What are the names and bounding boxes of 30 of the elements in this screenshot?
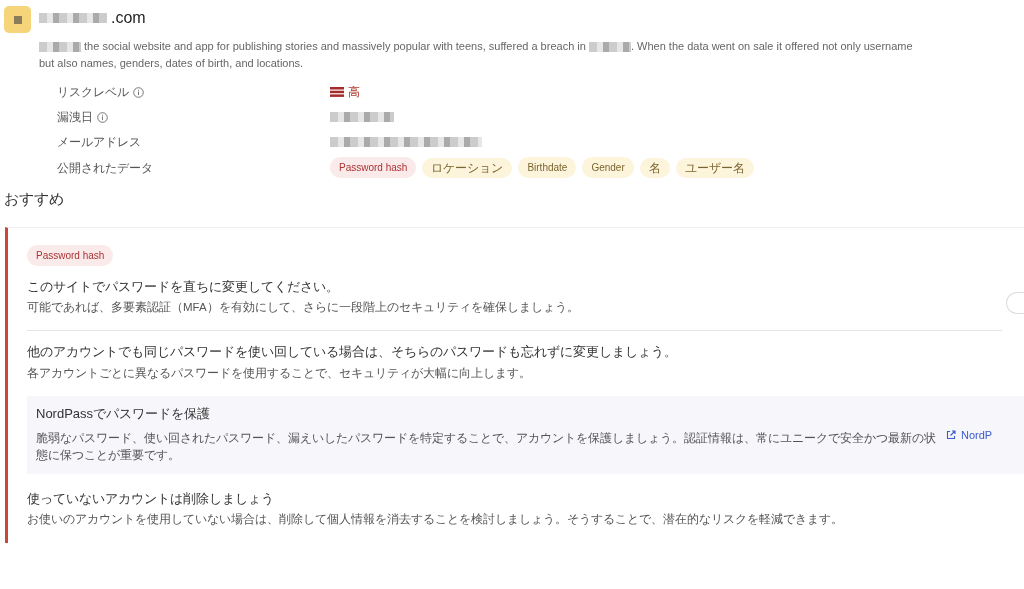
description-text: the social website and app for publishing stories and massively popular with teens, suffered a breach in . When the data went on sale it offered not only username — [39, 38, 1024, 55]
data-tag: Gender — [582, 157, 634, 178]
promo-title: NordPassでパスワードを保護 — [36, 406, 212, 422]
external-link[interactable]: NordP — [946, 426, 993, 444]
external-link-icon — [946, 430, 956, 440]
site-logo-icon — [4, 6, 31, 33]
step-text: 各アカウントごとに異なるパスワードを使用することで、セキュリティが大幅に向上します。 — [27, 365, 532, 382]
data-tag: Birthdate — [518, 157, 577, 178]
step-title: 使っていないアカウントは削除しましょう — [27, 490, 275, 507]
data-tag: Password hash — [27, 244, 114, 266]
data-tag: ユーザー名 — [675, 157, 754, 178]
promo-text: 脆弱なパスワード、使い回されたパスワード、漏えいしたパスワードを特定することで、アカウントを保護しましょう。認証情報は、常にユニークで安全かつ最新の状態に保つことが重要です。 — [36, 430, 936, 463]
step-text: お使いのアカウントを使用していない場合は、削除して個人情報を消去することを検討しましょう。そうすることで、潜在的なリスクを軽減できます。 — [27, 512, 844, 528]
site-title: .com — [111, 8, 146, 28]
step-text: 可能であれば、多要素認証（MFA）を有効にして、さらに一段階上のセキュリティを確保しましょう。 — [27, 300, 580, 316]
detail-label: 漏洩日 — [57, 109, 93, 126]
redacted-mark — [330, 112, 394, 122]
data-tag: Password hash — [330, 157, 417, 178]
data-tag: ロケーション — [422, 157, 513, 178]
risk-bars-icon — [330, 87, 344, 97]
redacted-mark — [39, 13, 107, 23]
detail-label: 公開されたデータ — [57, 159, 153, 177]
step-title: このサイトでパスワードを直ちに変更してください。 — [27, 278, 340, 295]
detail-label: リスクレベル — [57, 84, 129, 101]
section-heading: おすすめ — [4, 189, 65, 209]
description-text: but also names, genders, dates of birth, and locations. — [39, 56, 305, 71]
risk-level: 高 — [348, 84, 360, 101]
detail-label: メールアドレス — [57, 134, 141, 151]
data-tag: 名 — [639, 157, 670, 178]
step-title: 他のアカウントでも同じパスワードを使い回している場合は、そちらのパスワードも忘れずに変更しましょう。 — [27, 344, 678, 360]
